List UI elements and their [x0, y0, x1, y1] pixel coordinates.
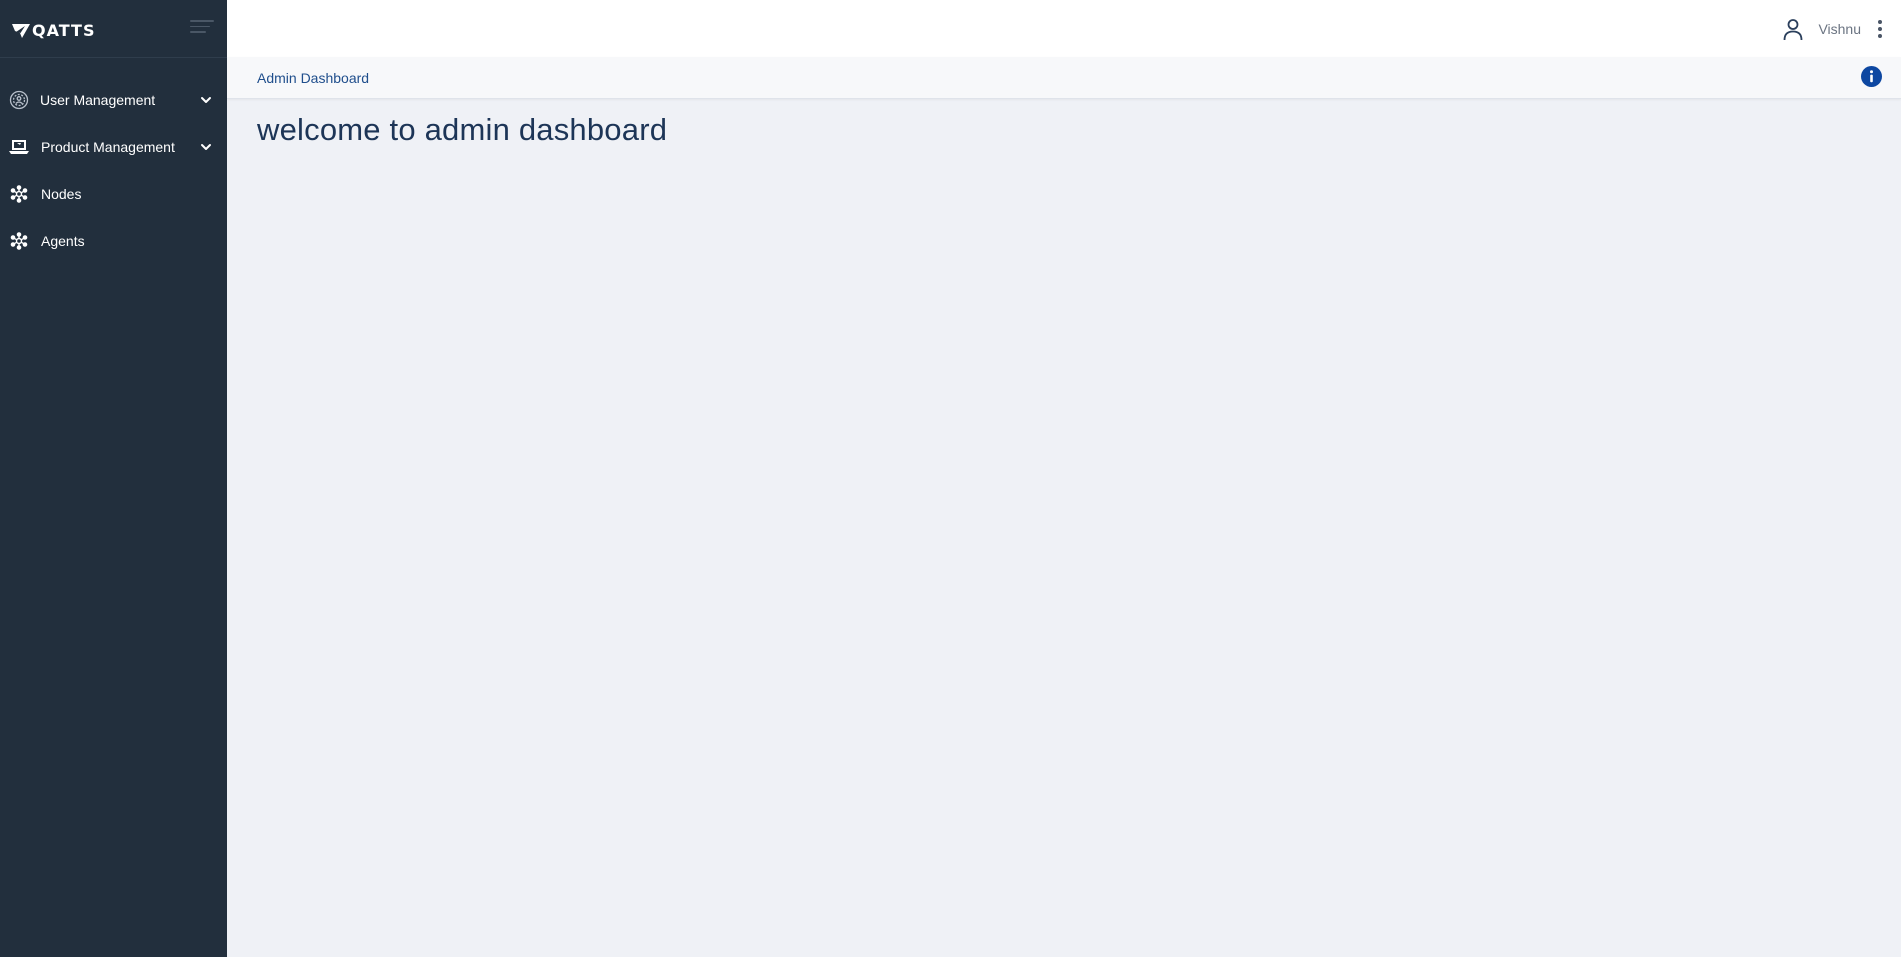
- sidebar-item-label: Agents: [41, 232, 85, 249]
- sidebar-item-user-management[interactable]: User Management: [0, 76, 227, 123]
- more-vertical-icon[interactable]: [1877, 19, 1883, 39]
- laptop-icon: [8, 136, 30, 158]
- network-icon: [8, 183, 30, 205]
- user-menu: Vishnu: [1781, 17, 1883, 41]
- page-title: welcome to admin dashboard: [257, 112, 668, 147]
- info-icon[interactable]: [1861, 66, 1882, 87]
- user-icon[interactable]: [1781, 17, 1805, 41]
- sidebar-item-label: Nodes: [41, 185, 82, 202]
- network-icon: [8, 230, 30, 252]
- chevron-down-icon: [201, 143, 211, 150]
- logo-text: QATTS: [32, 21, 96, 40]
- sidebar-item-product-management[interactable]: Product Management: [0, 123, 227, 170]
- user-gear-icon: [8, 89, 30, 111]
- user-name[interactable]: Vishnu: [1818, 21, 1861, 37]
- sidebar-nav: User Management Product Management Nodes…: [0, 76, 227, 264]
- logo[interactable]: QATTS: [12, 21, 95, 40]
- sidebar: QATTS User Management Product Management…: [0, 0, 227, 957]
- sidebar-item-label: User Management: [40, 91, 156, 108]
- sidebar-item-label: Product Management: [41, 138, 175, 155]
- sidebar-item-nodes[interactable]: Nodes: [0, 170, 227, 217]
- brand-header: QATTS: [0, 0, 227, 58]
- app-root: QATTS User Management Product Management…: [0, 0, 1901, 957]
- sidebar-item-agents[interactable]: Agents: [0, 217, 227, 264]
- breadcrumb-bar: Admin Dashboard: [227, 57, 1901, 99]
- breadcrumb[interactable]: Admin Dashboard: [257, 70, 369, 86]
- menu-toggle-button[interactable]: [190, 20, 214, 36]
- paper-plane-logo-icon: [12, 23, 30, 38]
- top-header: Vishnu: [227, 0, 1901, 57]
- chevron-down-icon: [201, 96, 211, 103]
